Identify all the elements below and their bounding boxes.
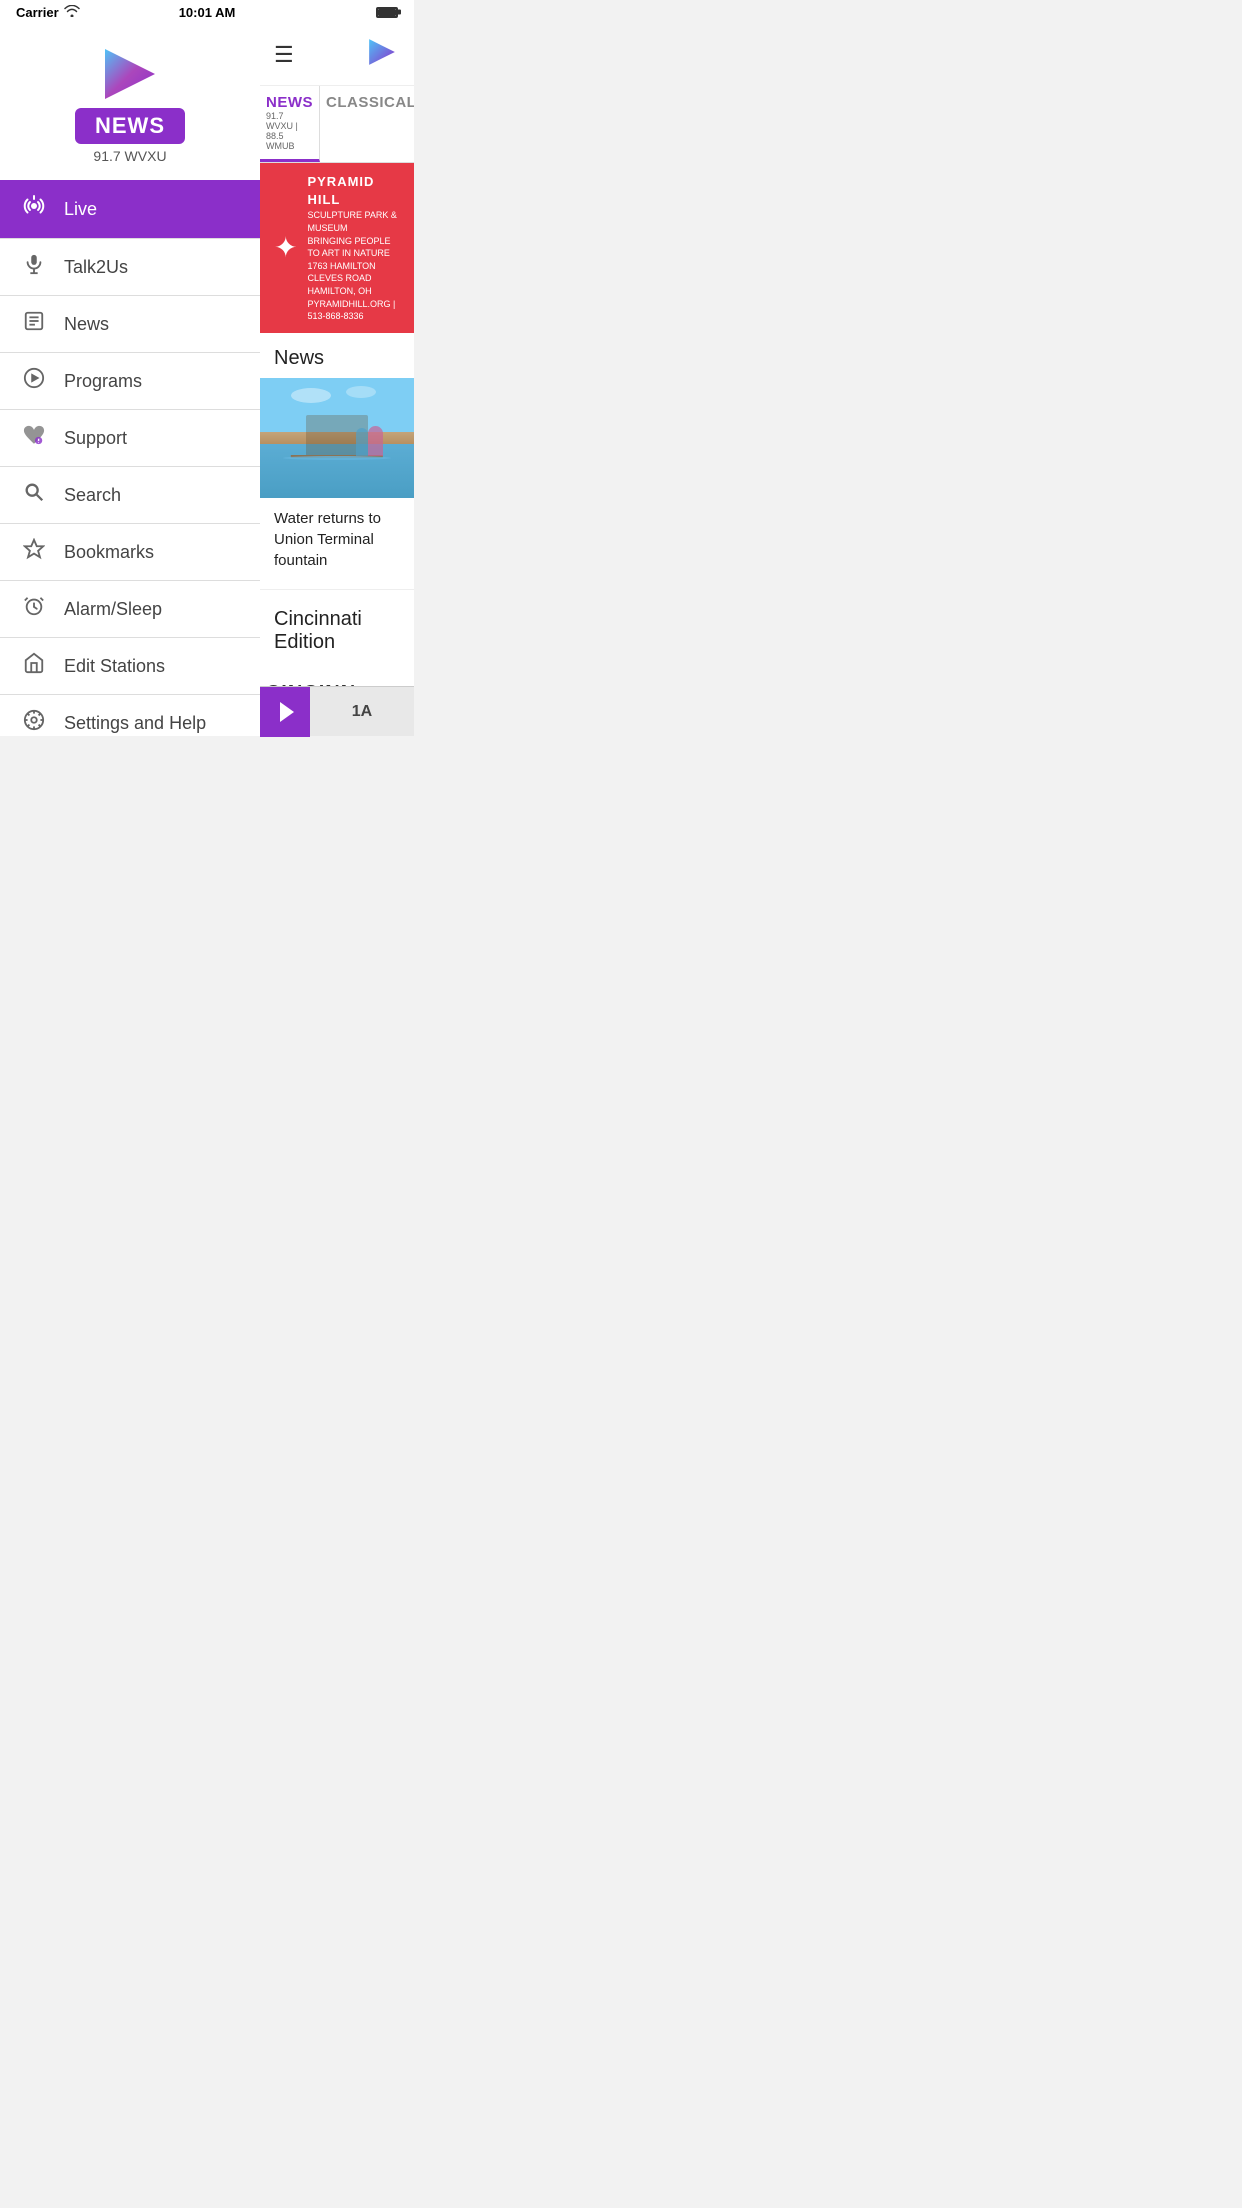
bottom-player: 1A bbox=[260, 686, 414, 736]
station-tabs: NEWS 91.7 WVXU | 88.5 WMUB CLASSICAL bbox=[260, 86, 414, 163]
ad-starburst-icon: ✦ bbox=[274, 231, 297, 264]
tab-classical[interactable]: CLASSICAL bbox=[320, 86, 414, 162]
live-label: Live bbox=[64, 199, 97, 220]
talk2us-label: Talk2Us bbox=[64, 257, 128, 278]
status-left: Carrier bbox=[16, 5, 80, 20]
news-label: News bbox=[64, 314, 109, 335]
alarm-label: Alarm/Sleep bbox=[64, 599, 162, 620]
sidebar: NEWS 91.7 WVXU Live bbox=[0, 24, 260, 736]
programs-label: Programs bbox=[64, 371, 142, 392]
news-card-fountain[interactable]: Water returns to Union Terminal fountain bbox=[260, 378, 414, 581]
section-divider-1 bbox=[260, 589, 414, 590]
alarm-icon bbox=[20, 595, 48, 623]
ad-banner[interactable]: ✦ PYRAMID HILL SCULPTURE PARK & MUSEUM B… bbox=[260, 163, 414, 333]
settings-icon bbox=[20, 709, 48, 736]
tab-classical-name: CLASSICAL bbox=[326, 94, 414, 111]
sidebar-item-settings[interactable]: Settings and Help bbox=[0, 695, 260, 736]
header-logo-icon bbox=[364, 34, 400, 70]
news-headline-fountain: Water returns to Union Terminal fountain bbox=[260, 498, 414, 581]
ad-line1: BRINGING PEOPLE TO ART IN NATURE bbox=[307, 235, 400, 260]
settings-label: Settings and Help bbox=[64, 713, 206, 734]
battery-icon bbox=[376, 7, 398, 18]
time-display: 10:01 AM bbox=[179, 5, 236, 20]
station-name: 91.7 WVXU bbox=[93, 148, 166, 164]
ad-line3: PYRAMIDHILL.ORG | 513-868-8336 bbox=[307, 298, 400, 323]
tab-news[interactable]: NEWS 91.7 WVXU | 88.5 WMUB bbox=[260, 86, 320, 162]
edit-stations-icon bbox=[20, 652, 48, 680]
bookmarks-label: Bookmarks bbox=[64, 542, 154, 563]
support-icon bbox=[20, 424, 48, 452]
app-logo-icon bbox=[95, 44, 165, 104]
logo-container: NEWS 91.7 WVXU bbox=[75, 44, 185, 164]
news-section-title: News bbox=[260, 333, 414, 378]
programs-icon bbox=[20, 367, 48, 395]
hamburger-icon[interactable]: ☰ bbox=[274, 42, 294, 68]
sidebar-item-bookmarks[interactable]: Bookmarks bbox=[0, 524, 260, 581]
news-icon bbox=[20, 310, 48, 338]
sidebar-item-talk2us[interactable]: Talk2Us bbox=[0, 239, 260, 296]
tab-news-freq: 91.7 WVXU | 88.5 WMUB bbox=[266, 111, 313, 151]
carrier-label: Carrier bbox=[16, 5, 59, 20]
search-label: Search bbox=[64, 485, 121, 506]
live-icon bbox=[20, 194, 48, 224]
sidebar-item-support[interactable]: Support bbox=[0, 410, 260, 467]
microphone-icon bbox=[20, 253, 48, 281]
sidebar-item-programs[interactable]: Programs bbox=[0, 353, 260, 410]
ad-text: PYRAMID HILL SCULPTURE PARK & MUSEUM BRI… bbox=[307, 173, 400, 323]
edit-stations-label: Edit Stations bbox=[64, 656, 165, 677]
status-right bbox=[376, 7, 398, 18]
content-scroll[interactable]: News Water returns to Union T bbox=[260, 333, 414, 736]
tab-news-name: NEWS bbox=[266, 94, 313, 111]
wifi-icon bbox=[64, 5, 80, 20]
sidebar-item-alarm[interactable]: Alarm/Sleep bbox=[0, 581, 260, 638]
station-badge: NEWS bbox=[75, 108, 185, 144]
bookmarks-icon bbox=[20, 538, 48, 566]
player-play-button[interactable] bbox=[260, 687, 310, 737]
sidebar-item-edit-stations[interactable]: Edit Stations bbox=[0, 638, 260, 695]
status-bar: Carrier 10:01 AM bbox=[0, 0, 414, 24]
sidebar-item-search[interactable]: Search bbox=[0, 467, 260, 524]
cincinnati-section-title: Cincinnati Edition bbox=[260, 594, 414, 662]
app-container: NEWS 91.7 WVXU Live bbox=[0, 24, 414, 736]
support-label: Support bbox=[64, 428, 127, 449]
sidebar-item-live[interactable]: Live bbox=[0, 180, 260, 239]
fountain-image bbox=[260, 378, 414, 498]
ad-title: PYRAMID HILL bbox=[307, 173, 400, 209]
sidebar-item-news[interactable]: News bbox=[0, 296, 260, 353]
content-panel: ☰ NEWS 91.7 WVXU | 88.5 WMUB bbox=[260, 24, 414, 736]
ad-subtitle: SCULPTURE PARK & MUSEUM bbox=[307, 209, 400, 234]
ad-line2: 1763 HAMILTON CLEVES ROAD HAMILTON, OH bbox=[307, 260, 400, 298]
player-station-label: 1A bbox=[310, 703, 414, 721]
header-logo-container bbox=[364, 34, 400, 75]
search-icon bbox=[20, 481, 48, 509]
content-header: ☰ bbox=[260, 24, 414, 86]
sidebar-header: NEWS 91.7 WVXU bbox=[0, 24, 260, 180]
